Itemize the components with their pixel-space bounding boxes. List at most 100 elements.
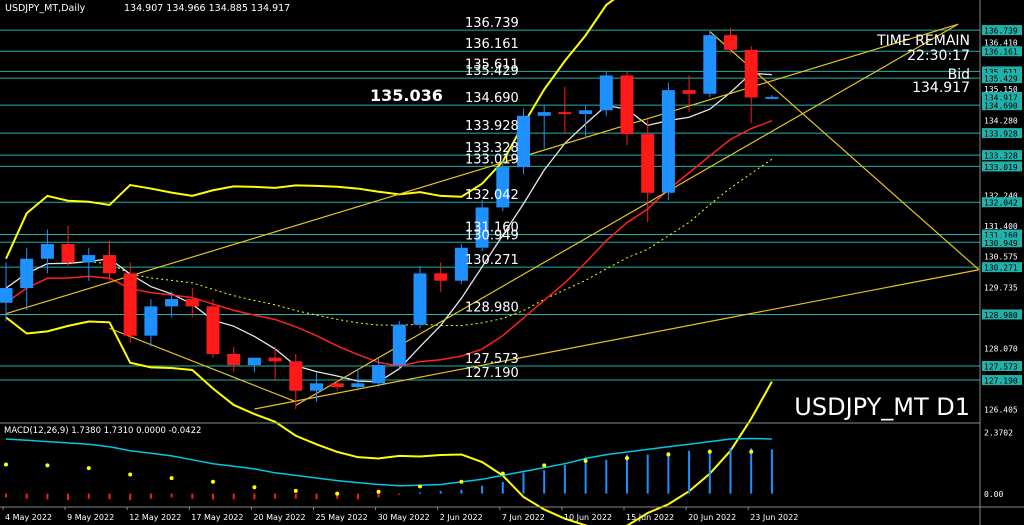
price-tag: 133.928	[984, 130, 1018, 139]
macd-signal-dot	[169, 476, 174, 481]
bull-candle[interactable]	[20, 258, 34, 289]
macd-signal-dot	[4, 462, 8, 467]
level-label: 130.271	[465, 253, 519, 268]
current-level-label: 135.036	[370, 86, 443, 105]
bear-candle[interactable]	[682, 90, 696, 94]
level-label: 133.928	[465, 119, 519, 134]
time-tick-label: 23 Jun 2022	[750, 513, 798, 522]
macd-signal-dot	[707, 449, 712, 454]
bull-candle[interactable]	[310, 383, 323, 391]
price-tick-label: 129.735	[984, 283, 1018, 292]
macd-signal-dot	[293, 488, 298, 493]
bid-value: 134.917	[912, 80, 970, 96]
bull-candle[interactable]	[247, 357, 261, 366]
level-label: 133.019	[465, 152, 519, 167]
level-label: 127.573	[465, 352, 519, 367]
bull-candle[interactable]	[0, 288, 13, 303]
level-label: 134.690	[465, 91, 519, 106]
macd-signal-dot	[418, 484, 422, 489]
bull-candle[interactable]	[144, 306, 158, 336]
price-tick-label: 126.405	[984, 405, 1018, 414]
bull-candle[interactable]	[351, 383, 365, 388]
price-tick-label: 128.070	[984, 344, 1018, 353]
bull-candle[interactable]	[537, 112, 551, 116]
level-label: 136.739	[465, 16, 519, 31]
bear-candle[interactable]	[227, 354, 241, 366]
macd-signal-dot	[749, 449, 754, 454]
macd-signal-dot	[128, 472, 133, 477]
bear-candle[interactable]	[289, 361, 303, 391]
bear-candle[interactable]	[185, 299, 199, 307]
price-tag: 136.739	[984, 27, 1018, 36]
time-tick-label: 4 May 2022	[5, 513, 52, 522]
price-tag: 130.271	[984, 264, 1018, 273]
price-tag: 136.161	[984, 48, 1018, 57]
bull-candle[interactable]	[765, 96, 779, 99]
macd-signal-dot	[335, 491, 340, 496]
bull-candle[interactable]	[517, 115, 530, 168]
bull-candle[interactable]	[703, 35, 717, 94]
bull-candle[interactable]	[661, 90, 675, 193]
bear-candle[interactable]	[206, 306, 220, 355]
bear-candle[interactable]	[330, 383, 344, 388]
level-label: 128.980	[465, 300, 519, 315]
macd-signal-dot	[86, 466, 91, 471]
bull-candle[interactable]	[599, 75, 613, 111]
price-chart[interactable]: 136.739136.161135.611135.429134.690133.9…	[0, 0, 1024, 525]
macd-axis-label: 2.3702	[984, 428, 1013, 437]
macd-signal-dot	[625, 456, 629, 461]
macd-signal-dot	[252, 485, 257, 490]
macd-label: MACD(12,26,9) 1.7380 1.7310 0.0000 -0.04…	[4, 426, 201, 436]
level-label: 135.429	[465, 64, 519, 79]
bull-candle[interactable]	[392, 324, 406, 366]
bear-candle[interactable]	[103, 255, 116, 274]
bear-candle[interactable]	[641, 134, 655, 193]
time-remain-label: TIME REMAIN	[876, 33, 970, 49]
macd-signal-dot	[459, 479, 464, 484]
time-tick-label: 7 Jun 2022	[502, 513, 545, 522]
price-tick-label: 130.575	[984, 252, 1018, 261]
bull-candle[interactable]	[165, 299, 179, 307]
level-label: 136.161	[465, 37, 519, 52]
time-tick-label: 20 Jun 2022	[688, 513, 736, 522]
time-tick-label: 25 May 2022	[316, 513, 368, 522]
bear-candle[interactable]	[724, 35, 737, 50]
macd-signal-dot	[583, 458, 588, 463]
bull-candle[interactable]	[579, 110, 593, 114]
level-label: 130.949	[465, 228, 519, 243]
price-tick-label: 134.280	[984, 117, 1018, 126]
bull-candle[interactable]	[372, 365, 386, 384]
time-tick-label: 30 May 2022	[378, 513, 430, 522]
level-label: 127.190	[465, 366, 519, 381]
bull-candle[interactable]	[82, 255, 96, 263]
macd-signal-dot	[500, 471, 505, 476]
bull-candle[interactable]	[413, 273, 427, 325]
bull-candle[interactable]	[40, 244, 54, 259]
time-tick-label: 17 May 2022	[191, 513, 243, 522]
symbol-watermark: USDJPY_MT D1	[794, 393, 970, 421]
price-tag: 133.328	[984, 152, 1018, 161]
macd-signal-dot	[376, 489, 381, 494]
bear-candle[interactable]	[268, 357, 282, 362]
bear-candle[interactable]	[744, 49, 758, 98]
price-tag: 127.190	[984, 377, 1018, 386]
macd-signal-dot	[542, 463, 547, 468]
price-axis: 136.739136.410136.161135.611135.429135.1…	[979, 0, 1024, 525]
time-tick-label: 9 May 2022	[67, 513, 114, 522]
time-tick-label: 20 May 2022	[253, 513, 305, 522]
bear-candle[interactable]	[558, 112, 572, 115]
macd-signal-dot	[45, 463, 50, 468]
price-tag: 134.690	[984, 102, 1018, 111]
price-tag: 132.042	[984, 199, 1018, 208]
time-remain-value: 22:30:17	[907, 48, 970, 64]
bear-candle[interactable]	[620, 75, 634, 135]
bear-candle[interactable]	[123, 273, 137, 336]
price-tag: 135.429	[984, 75, 1018, 84]
macd-signal-dot	[211, 479, 215, 484]
macd-axis-label: 0.00	[984, 490, 1003, 499]
time-tick-label: 10 Jun 2022	[564, 513, 612, 522]
bear-candle[interactable]	[434, 273, 448, 281]
price-tag: 127.573	[984, 363, 1018, 372]
time-tick-label: 15 Jun 2022	[626, 513, 674, 522]
bear-candle[interactable]	[61, 244, 75, 263]
